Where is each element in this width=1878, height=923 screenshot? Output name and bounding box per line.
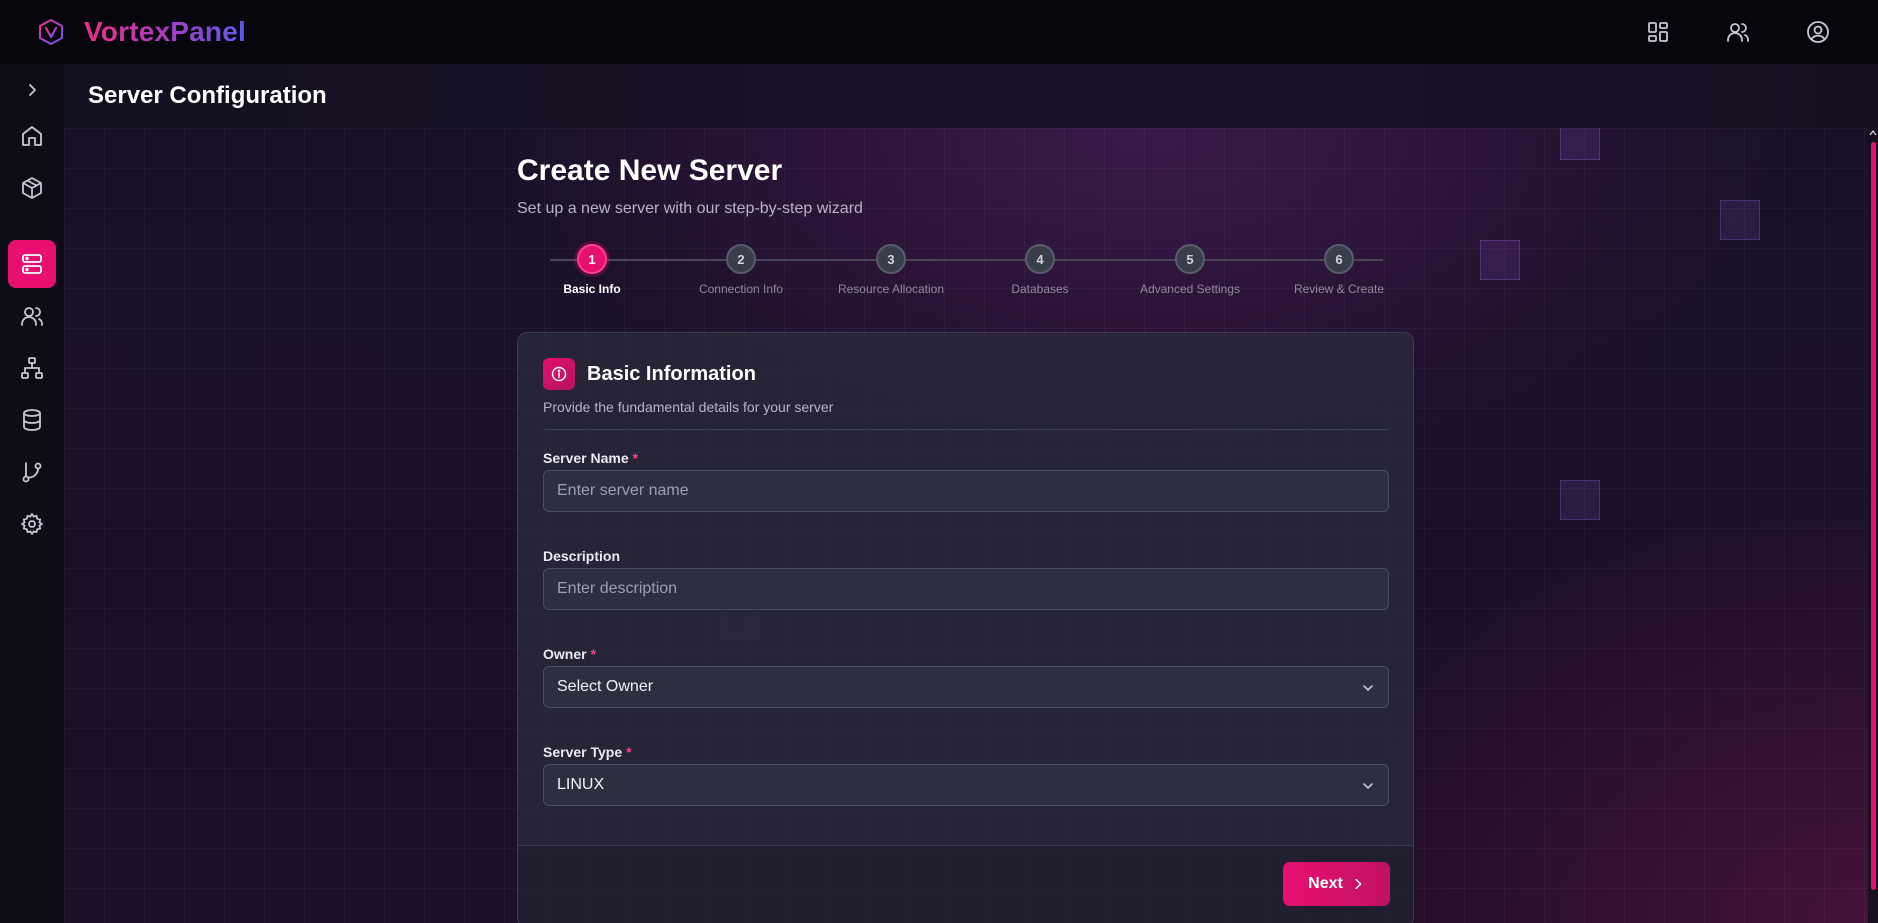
dashboard-grid-button[interactable] [1638, 12, 1678, 52]
main-content: Create New Server Set up a new server wi… [64, 128, 1868, 923]
step-number: 4 [1025, 244, 1055, 274]
chevron-down-icon [1363, 685, 1373, 691]
git-branch-icon [22, 462, 42, 483]
step-connection-info[interactable]: 2 Connection Info [671, 244, 811, 296]
sidebar-item-git[interactable] [8, 448, 56, 496]
next-button-label: Next [1308, 875, 1343, 892]
sidebar-item-users[interactable] [8, 292, 56, 340]
sidebar-item-databases[interactable] [8, 396, 56, 444]
owner-label-text: Owner [543, 646, 587, 662]
sidebar-item-home[interactable] [8, 112, 56, 160]
server-icon [22, 254, 42, 274]
step-review-create[interactable]: 6 Review & Create [1269, 244, 1409, 296]
dashboard-grid-icon [1648, 22, 1668, 42]
step-number: 5 [1175, 244, 1205, 274]
database-icon [23, 409, 41, 431]
box-icon [22, 177, 42, 199]
decorative-square [1480, 240, 1520, 280]
gear-icon [21, 513, 43, 535]
sidebar-expand-button[interactable] [12, 74, 52, 106]
step-label: Databases [1011, 282, 1069, 296]
top-actions [1598, 0, 1838, 64]
server-name-label: Server Name * [543, 450, 638, 466]
step-basic-info[interactable]: 1 Basic Info [522, 244, 662, 296]
decorative-square [1560, 128, 1600, 160]
step-label: Connection Info [698, 282, 784, 296]
decorative-square [1720, 200, 1760, 240]
scrollbar-thumb[interactable] [1871, 142, 1876, 890]
server-name-input[interactable] [543, 470, 1389, 512]
server-type-select[interactable]: LINUX [543, 764, 1389, 806]
description-label: Description [543, 548, 621, 564]
owner-selected-value: Select Owner [557, 678, 654, 695]
wizard-subtitle: Set up a new server with our step-by-ste… [517, 200, 863, 217]
network-icon [21, 357, 43, 379]
step-label: Basic Info [563, 282, 621, 296]
chevron-right-icon [29, 84, 36, 96]
top-bar: VortexPanel [0, 0, 1878, 64]
sidebar-item-packages[interactable] [8, 164, 56, 212]
sidebar-item-servers[interactable] [8, 240, 56, 288]
server-type-label: Server Type * [543, 744, 632, 760]
users-icon [21, 307, 43, 326]
description-input[interactable] [543, 568, 1389, 610]
required-mark: * [632, 450, 639, 466]
step-advanced-settings[interactable]: 5 Advanced Settings [1120, 244, 1260, 296]
card-footer: Next [518, 845, 1413, 923]
server-type-selected-value: LINUX [557, 776, 605, 793]
server-name-label-text: Server Name [543, 450, 629, 466]
step-number: 3 [876, 244, 906, 274]
card-title: Basic Information [587, 362, 756, 385]
users-icon [1727, 23, 1749, 42]
divider [543, 429, 1389, 430]
vortex-logo-icon [36, 17, 66, 47]
card-header: Basic Information [543, 358, 756, 390]
server-type-label-text: Server Type [543, 744, 623, 760]
step-resource-allocation[interactable]: 3 Resource Allocation [821, 244, 961, 296]
step-label: Resource Allocation [837, 282, 945, 296]
team-button[interactable] [1718, 12, 1758, 52]
home-icon [22, 126, 42, 146]
wizard-stepper: 1 Basic Info 2 Connection Info 3 Resourc… [517, 244, 1415, 304]
page-header: Server Configuration [64, 64, 1878, 128]
profile-button[interactable] [1798, 12, 1838, 52]
sidebar-item-settings[interactable] [8, 500, 56, 548]
chevron-down-icon [1363, 783, 1373, 789]
info-icon [543, 358, 575, 390]
required-mark: * [626, 744, 632, 760]
wizard-title: Create New Server [517, 154, 783, 187]
card-description: Provide the fundamental details for your… [543, 399, 834, 415]
user-circle-icon [1807, 21, 1829, 43]
page-title: Server Configuration [88, 82, 327, 109]
chevron-right-icon [1355, 878, 1362, 890]
sidebar-item-network[interactable] [8, 344, 56, 392]
step-label: Advanced Settings [1139, 282, 1241, 296]
decorative-square [1560, 480, 1600, 520]
sidebar [0, 64, 64, 923]
required-mark: * [590, 646, 597, 662]
step-number: 6 [1324, 244, 1354, 274]
basic-info-card: Basic Information Provide the fundamenta… [517, 332, 1414, 923]
next-button[interactable]: Next [1283, 862, 1390, 906]
brand-name: VortexPanel [84, 16, 246, 47]
step-databases[interactable]: 4 Databases [970, 244, 1110, 296]
brand[interactable]: VortexPanel [36, 16, 246, 48]
scroll-up-arrow-icon[interactable] [1869, 128, 1877, 138]
step-number: 2 [726, 244, 756, 274]
step-label: Review & Create [1293, 282, 1385, 296]
owner-select[interactable]: Select Owner [543, 666, 1389, 708]
step-number: 1 [577, 244, 607, 274]
owner-label: Owner * [543, 646, 596, 662]
